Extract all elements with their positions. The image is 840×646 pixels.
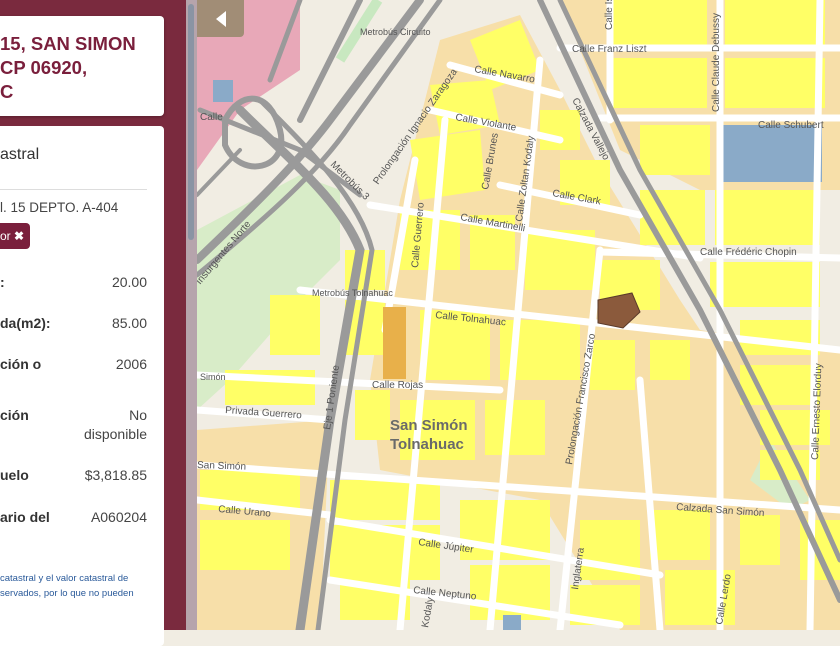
street-label: Calle Franz Liszt <box>572 44 647 55</box>
street-label: Metrobús Tolnahuac <box>312 288 393 298</box>
collapse-panel-button[interactable] <box>197 0 244 37</box>
address-line-3: C <box>0 81 14 102</box>
info-row-value: No <box>129 407 147 423</box>
info-row-value: disponible <box>83 426 147 442</box>
info-row-value: 2006 <box>115 356 147 372</box>
map-canvas[interactable]: Calle Franz Liszt Calle Claude Debussy C… <box>197 0 840 630</box>
info-row-value: $3,818.85 <box>84 467 147 483</box>
address-card: 15, SAN SIMON CP 06920, C <box>0 16 164 116</box>
info-row-label: da(m2): <box>0 315 51 331</box>
info-row-label: ción <box>0 407 29 423</box>
chevron-left-icon <box>215 10 226 27</box>
info-row-label: ción o <box>0 356 42 372</box>
disclaimer-line-2: servados, por lo que no pueden <box>0 588 134 599</box>
info-row-label: : <box>0 274 5 290</box>
water-tank <box>503 615 521 630</box>
info-title: astral <box>0 146 40 163</box>
info-subtitle: l. 15 DEPTO. A-404 <box>0 200 119 215</box>
street-label: Calle Claude Debussy <box>711 13 722 112</box>
street-label: San Simón <box>197 460 246 473</box>
info-row-label: ario del <box>0 509 50 525</box>
street-label: Calle Schubert <box>758 120 824 131</box>
sidebar-scroll-thumb[interactable] <box>188 4 194 240</box>
map-view[interactable]: Calle Franz Liszt Calle Claude Debussy C… <box>197 0 840 630</box>
street-label: Calle Rojas <box>372 380 423 391</box>
address-line-2: CP 06920, <box>0 57 88 78</box>
highlighted-lot[interactable] <box>383 307 406 379</box>
street-label: Simón <box>200 372 226 382</box>
water-tank <box>722 125 822 182</box>
info-divider <box>0 189 147 190</box>
clear-filter-label: or <box>0 229 11 243</box>
area-name-1: San Simón <box>390 417 468 434</box>
street-label: Calle Frédéric Chopin <box>700 247 797 258</box>
disclaimer-line-1: catastral y el valor catastral de <box>0 573 129 584</box>
info-row-value: A060204 <box>90 509 147 525</box>
close-icon: ✖ <box>14 229 25 243</box>
info-row-label: uelo <box>0 467 29 483</box>
street-label: Metrobús Circuito <box>360 27 431 37</box>
clear-filter-button[interactable]: or ✖ <box>0 223 30 249</box>
area-name-2: Tolnahuac <box>390 436 464 453</box>
street-label: Calle <box>200 112 223 123</box>
info-row-value: 85.00 <box>111 315 147 331</box>
address-text: 15, SAN SIMON CP 06920, C <box>0 32 170 104</box>
street-label: Calle Isa <box>604 0 615 30</box>
address-line-1: 15, SAN SIMON <box>0 33 136 54</box>
water-tank <box>213 80 233 102</box>
info-row-value: 20.00 <box>111 274 147 290</box>
